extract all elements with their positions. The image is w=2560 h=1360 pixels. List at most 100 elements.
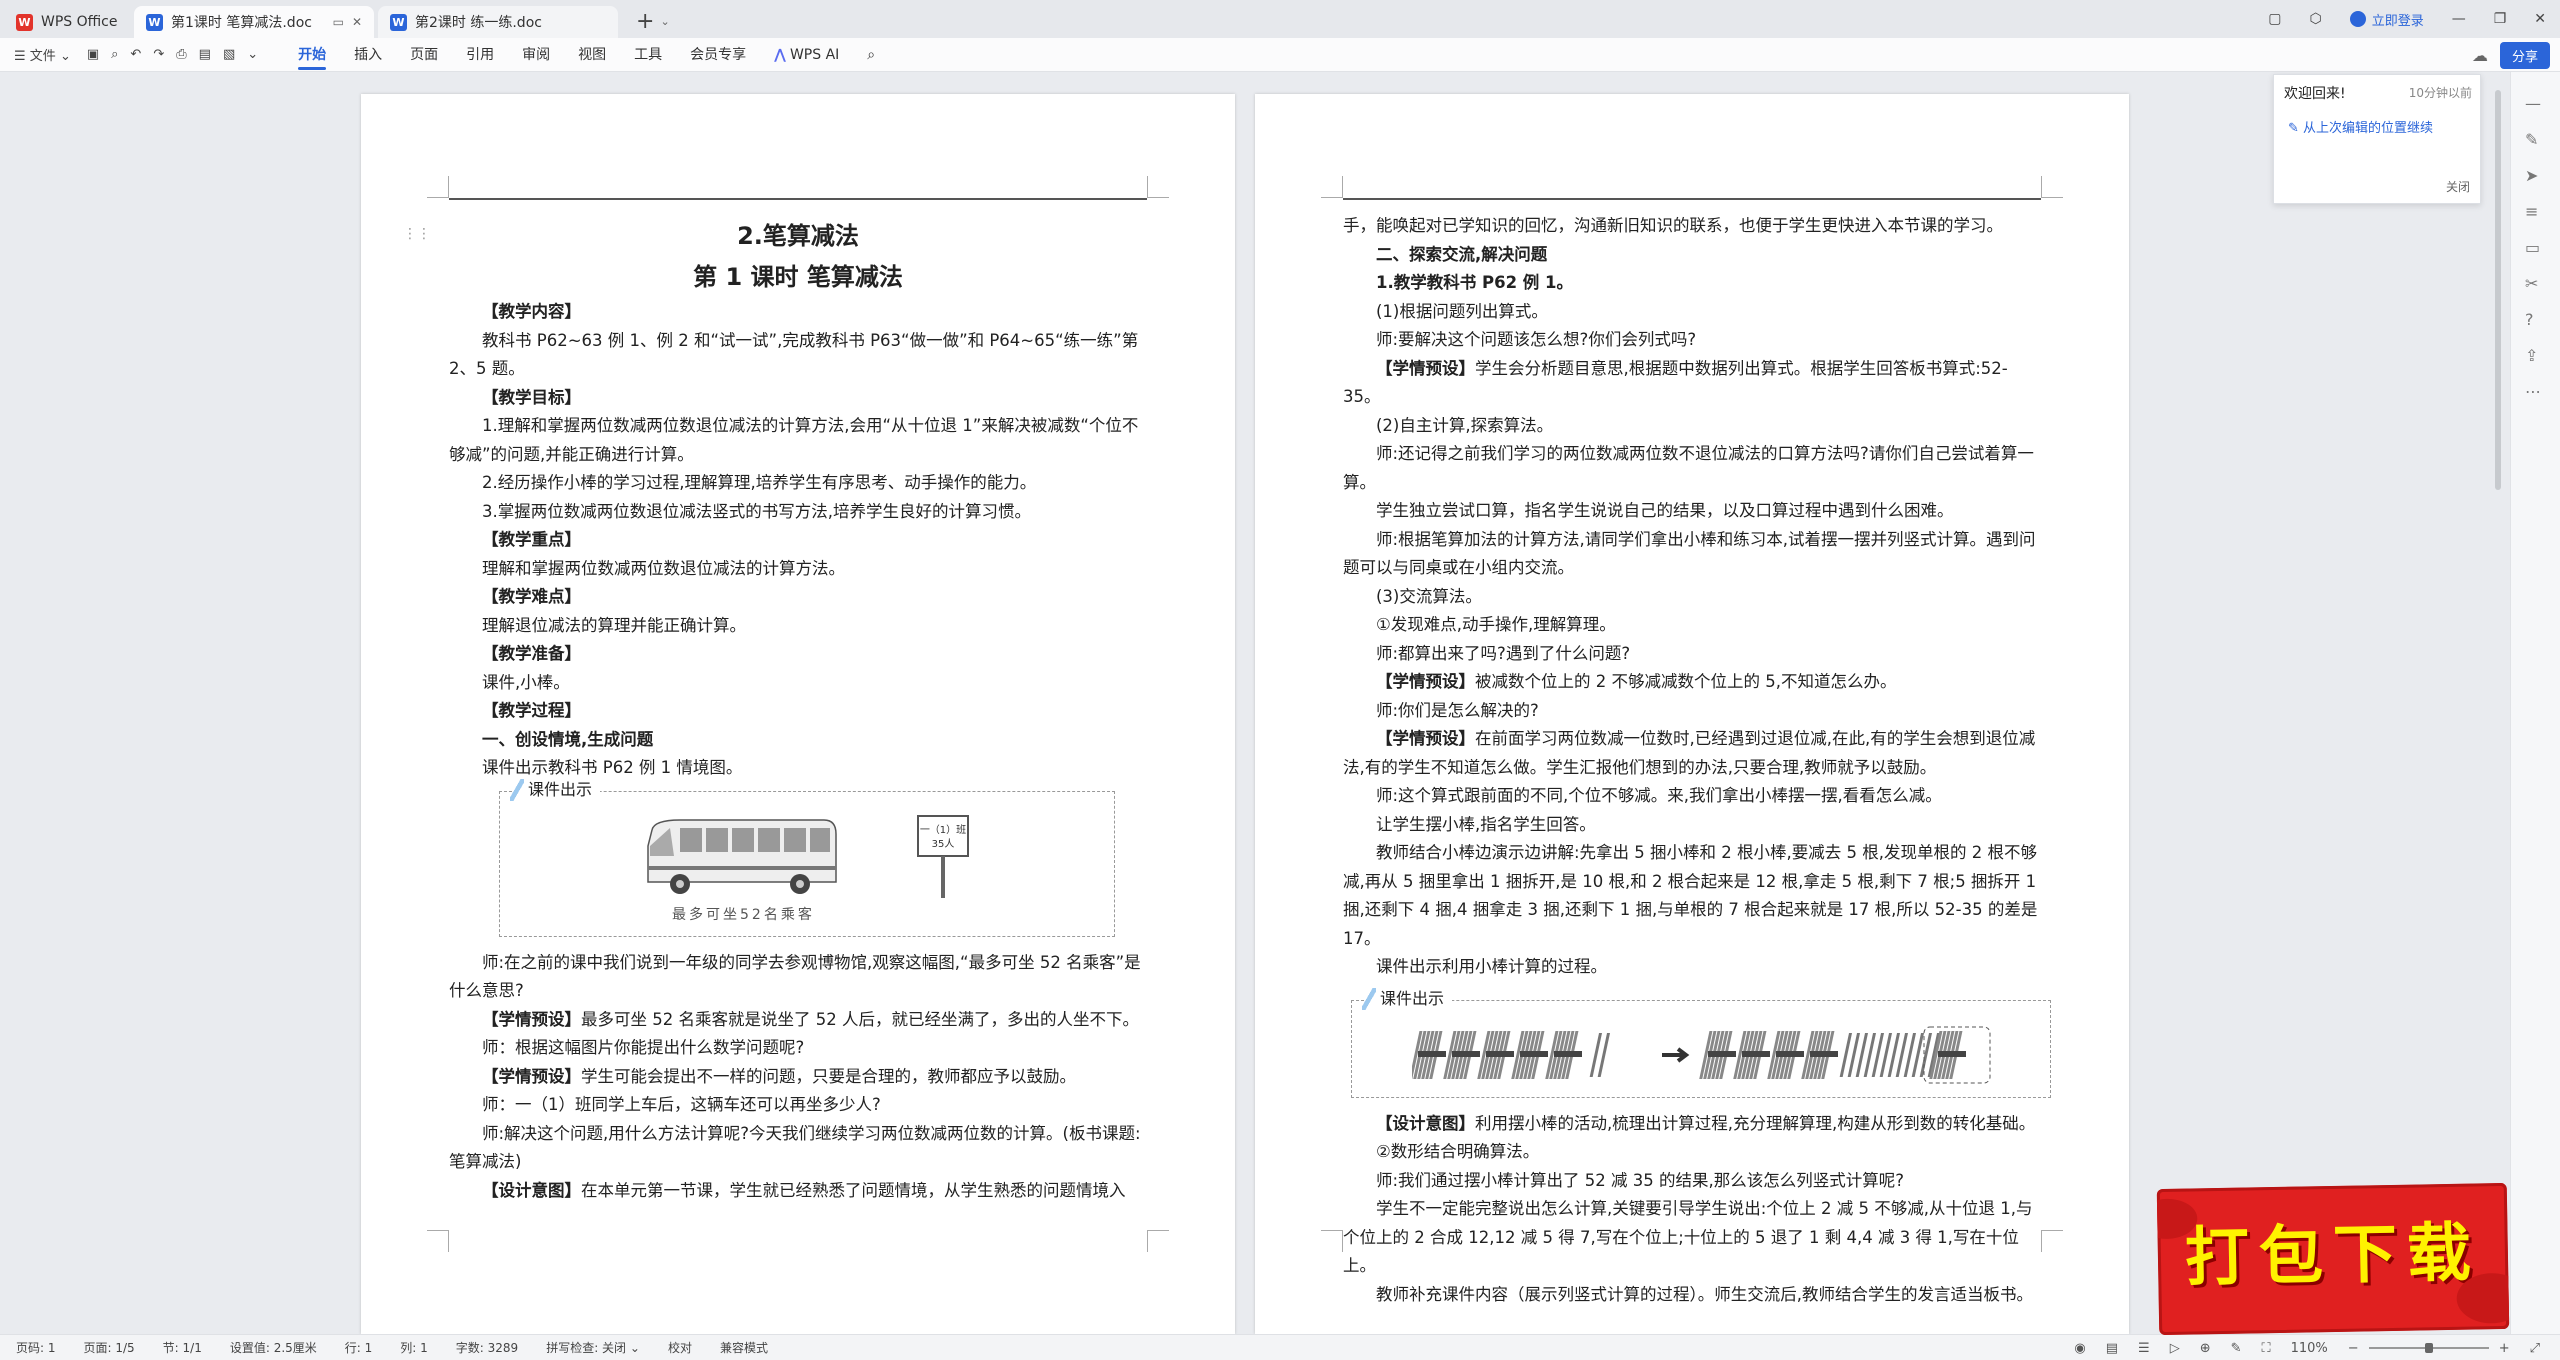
home-tab[interactable]: W WPS Office [4, 6, 130, 38]
paragraph[interactable]: 师：一（1）班同学上车后，这辆车还可以再坐多少人? [449, 1091, 1147, 1120]
paragraph[interactable]: 教师结合小棒边演示边讲解:先拿出 5 捆小棒和 2 根小棒,要减去 5 根,发现… [1343, 839, 2041, 953]
document-workspace[interactable]: ⋮⋮ 2.笔算减法 第 1 课时 笔算减法 【教学内容】 教科书 P62~63 例… [0, 72, 2560, 1340]
paragraph[interactable]: 师:你们是怎么解决的? [1343, 697, 2041, 726]
tab-insert[interactable]: 插入 [354, 38, 382, 72]
paragraph[interactable]: 课件,小棒。 [449, 669, 1147, 698]
paragraph[interactable]: 学生独立尝试口算，指名学生说说自己的结果，以及口算过程中遇到什么困难。 [1343, 497, 2041, 526]
paragraph[interactable]: 一、创设情境,生成问题 [449, 726, 1147, 755]
paragraph[interactable]: (3)交流算法。 [1343, 583, 2041, 612]
paragraph[interactable]: ①发现难点,动手操作,理解算理。 [1343, 611, 2041, 640]
paragraph[interactable]: (1)根据问题列出算式。 [1343, 298, 2041, 327]
tab-wps-ai[interactable]: ⋀ WPS AI [774, 38, 839, 72]
paragraph[interactable]: (2)自主计算,探索算法。 [1343, 412, 2041, 441]
zoom-in-icon[interactable]: + [2499, 1341, 2510, 1356]
paragraph[interactable]: 1.教学教科书 P62 例 1。 [1343, 269, 2041, 298]
file-menu[interactable]: ☰ 文件 ⌄ [14, 45, 71, 64]
paragraph[interactable]: 【设计意图】在本单元第一节课，学生就已经熟悉了问题情境，从学生熟悉的问题情境入 [449, 1177, 1147, 1206]
tab-page[interactable]: 页面 [410, 38, 438, 72]
eye-icon[interactable]: ◉ [2074, 1341, 2085, 1356]
tab-reference[interactable]: 引用 [466, 38, 494, 72]
tab-review[interactable]: 审阅 [522, 38, 550, 72]
outline-view-icon[interactable]: ☰ [2138, 1341, 2150, 1356]
paragraph[interactable]: 【教学过程】 [449, 697, 1147, 726]
page-content[interactable]: 手，能唤起对已学知识的回忆，沟通新旧知识的联系，也便于学生更快进入本节课的学习。… [1343, 212, 2051, 1310]
paragraph[interactable]: 师:解决这个问题,用什么方法计算呢?今天我们继续学习两位数减两位数的计算。(板书… [449, 1120, 1147, 1177]
paragraph[interactable]: 师:还记得之前我们学习的两位数减两位数不退位减法的口算方法吗?请你们自己尝试着算… [1343, 440, 2041, 497]
status-section[interactable]: 节: 1/1 [163, 1339, 202, 1356]
paragraph[interactable]: 1.理解和掌握两位数减两位数退位减法的计算方法,会用“从十位退 1”来解决被减数… [449, 412, 1147, 469]
paragraph[interactable]: 二、探索交流,解决问题 [1343, 241, 2041, 270]
document-page-2[interactable]: 手，能唤起对已学知识的回忆，沟通新旧知识的联系，也便于学生更快进入本节课的学习。… [1255, 94, 2129, 1334]
comment-icon[interactable]: ▭ [2525, 238, 2540, 257]
paragraph[interactable]: 2.经历操作小棒的学习过程,理解算理,培养学生有序思考、动手操作的能力。 [449, 469, 1147, 498]
page-view-icon[interactable]: ▤ [2106, 1341, 2118, 1356]
paragraph[interactable]: 教师补充课件内容（展示列竖式计算的过程）。师生交流后,教师结合学生的发言适当板书… [1343, 1281, 2041, 1310]
image-icon[interactable]: ▧ [223, 47, 235, 62]
status-compat-mode[interactable]: 兼容模式 [720, 1339, 768, 1356]
restore-icon[interactable]: ❐ [2494, 11, 2507, 27]
search-icon[interactable]: ⌕ [867, 38, 875, 72]
status-pages[interactable]: 页面: 1/5 [84, 1339, 135, 1356]
vertical-scrollbar[interactable] [2495, 90, 2501, 490]
paragraph[interactable]: 【学情预设】学生会分析题目意思,根据题中数据列出算式。根据学生回答板书算式:52… [1343, 355, 2041, 412]
zoom-out-icon[interactable]: − [2348, 1341, 2359, 1356]
paragraph[interactable]: 【学情预设】学生可能会提出不一样的问题，只要是合理的，教师都应予以鼓励。 [449, 1063, 1147, 1092]
new-tab-icon[interactable]: + [636, 9, 654, 34]
window-close-icon[interactable]: ✕ [2534, 11, 2546, 27]
login-button[interactable]: 立即登录 [2349, 10, 2424, 29]
drag-handle-icon[interactable]: ⋮⋮ [403, 226, 431, 242]
document-page-1[interactable]: ⋮⋮ 2.笔算减法 第 1 课时 笔算减法 【教学内容】 教科书 P62~63 例… [361, 94, 1235, 1334]
doc-tab-2[interactable]: W 第2课时 练一练.doc [378, 6, 618, 38]
popup-close-button[interactable]: 关闭 [2446, 178, 2470, 195]
more-icon[interactable]: ⋯ [2525, 382, 2541, 401]
layout-icon[interactable]: ▢ [2268, 11, 2281, 27]
share-doc-icon[interactable]: ⇪ [2525, 346, 2538, 365]
settings-sliders-icon[interactable]: ≡ [2525, 202, 2538, 221]
paragraph[interactable]: 教科书 P62~63 例 1、例 2 和“试一试”,完成教科书 P63“做一做”… [449, 327, 1147, 384]
print-icon[interactable]: ⎙ [176, 47, 186, 62]
status-page-number[interactable]: 页码: 1 [16, 1339, 56, 1356]
fit-icon[interactable]: ⛶ [2262, 1341, 2271, 1356]
share-button[interactable]: 分享 [2499, 41, 2550, 69]
doc-tab-1[interactable]: W 第1课时 笔算减法.doc ▭ ✕ [134, 6, 374, 38]
monitor-icon[interactable]: ▭ [333, 15, 344, 29]
pen-icon[interactable]: ✎ [2231, 1341, 2242, 1356]
paragraph[interactable]: 课件出示利用小棒计算的过程。 [1343, 953, 2041, 982]
paragraph[interactable]: ②数形结合明确算法。 [1343, 1138, 2041, 1167]
resume-editing-link[interactable]: ✎ 从上次编辑的位置继续 [2288, 117, 2433, 136]
status-setting[interactable]: 设置值: 2.5厘米 [230, 1339, 317, 1356]
tab-tools[interactable]: 工具 [634, 38, 662, 72]
paragraph[interactable]: 师:在之前的课中我们说到一年级的同学去参观博物馆,观察这幅图,“最多可坐 52 … [449, 949, 1147, 1006]
tab-home[interactable]: 开始 [298, 38, 327, 72]
paragraph[interactable]: 【学情预设】在前面学习两位数减一位数时,已经遇到过退位减,在此,有的学生会想到退… [1343, 725, 2041, 782]
undo-icon[interactable]: ↶ [130, 47, 141, 62]
paragraph[interactable]: 【教学重点】 [449, 526, 1147, 555]
cursor-icon[interactable]: ➤ [2525, 166, 2538, 185]
zoom-slider[interactable] [2368, 1343, 2489, 1353]
play-icon[interactable]: ▷ [2170, 1341, 2180, 1356]
cloud-sync-icon[interactable]: ☁ [2472, 46, 2488, 65]
paragraph[interactable]: 【教学准备】 [449, 640, 1147, 669]
cube-icon[interactable]: ⬡ [2309, 11, 2321, 27]
tab-view[interactable]: 视图 [578, 38, 606, 72]
status-col[interactable]: 列: 1 [400, 1339, 428, 1356]
search-doc-icon[interactable]: ⌕ [111, 47, 118, 62]
download-banner[interactable]: 打包下载 [2156, 1182, 2510, 1336]
paragraph[interactable]: 学生不一定能完整说出怎么计算,关键要引导学生说出:个位上 2 减 5 不够减,从… [1343, 1195, 2041, 1281]
web-view-icon[interactable]: ⊕ [2200, 1341, 2211, 1356]
paragraph[interactable]: 【教学难点】 [449, 583, 1147, 612]
paragraph[interactable]: 3.掌握两位数减两位数退位减法竖式的书写方法,培养学生良好的计算习惯。 [449, 498, 1147, 527]
page-content[interactable]: 2.笔算减法 第 1 课时 笔算减法 【教学内容】 教科书 P62~63 例 1、… [449, 212, 1147, 1205]
tools-icon[interactable]: ✂ [2525, 274, 2538, 293]
redo-icon[interactable]: ↷ [153, 47, 164, 62]
close-icon[interactable]: ✕ [352, 15, 362, 29]
paragraph[interactable]: 理解和掌握两位数减两位数退位减法的计算方法。 [449, 555, 1147, 584]
paragraph[interactable]: 【教学内容】 [449, 298, 1147, 327]
pen-icon[interactable]: ✎ [2525, 130, 2538, 149]
minimize-icon[interactable]: — [2452, 11, 2466, 27]
status-word-count[interactable]: 字数: 3289 [456, 1339, 518, 1356]
zoom-level[interactable]: 110% [2291, 1341, 2328, 1356]
tab-member[interactable]: 会员专享 [690, 38, 746, 72]
paragraph[interactable]: 师:我们通过摆小棒计算出了 52 减 35 的结果,那么该怎么列竖式计算呢? [1343, 1167, 2041, 1196]
paragraph[interactable]: 让学生摆小棒,指名学生回答。 [1343, 811, 2041, 840]
